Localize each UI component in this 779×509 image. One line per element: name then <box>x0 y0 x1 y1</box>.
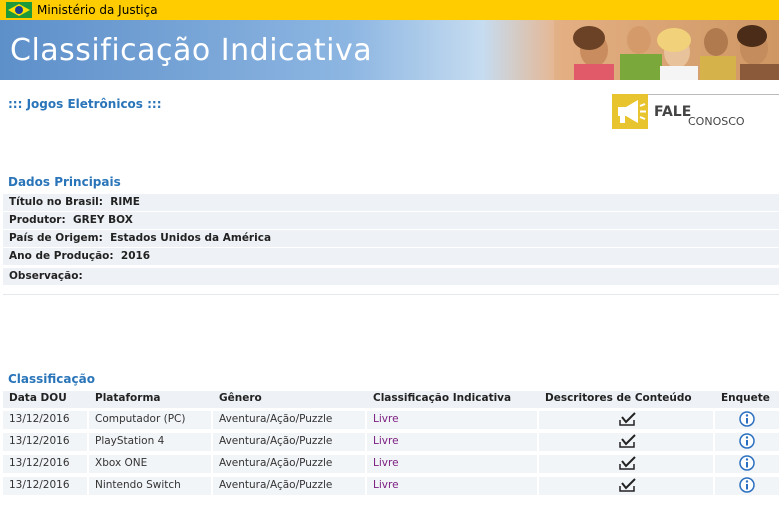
info-row-observacao: Observação: <box>3 268 779 285</box>
info-row-produtor: Produtor: GREY BOX <box>3 212 779 229</box>
info-icon[interactable] <box>738 477 756 493</box>
info-icon[interactable] <box>738 455 756 471</box>
cell-data: 13/12/2016 <box>3 477 87 495</box>
cell-classificacao-link[interactable]: Livre <box>367 455 537 473</box>
checklist-icon[interactable] <box>619 455 637 471</box>
table-header: Data DOU Plataforma Gênero Classificação… <box>3 391 779 408</box>
cell-data: 13/12/2016 <box>3 411 87 429</box>
cell-plataforma: Nintendo Switch <box>89 477 211 495</box>
cell-data: 13/12/2016 <box>3 433 87 451</box>
cell-plataforma: Xbox ONE <box>89 455 211 473</box>
checklist-icon[interactable] <box>619 411 637 427</box>
cell-genero: Aventura/Ação/Puzzle <box>213 411 365 429</box>
checklist-icon[interactable] <box>619 477 637 493</box>
top-bar: Ministério da Justiça <box>0 0 779 20</box>
info-value: 2016 <box>120 250 151 262</box>
table-row: 13/12/2016 Computador (PC) Aventura/Ação… <box>3 409 779 430</box>
header-descritores: Descritores de Conteúdo <box>545 392 692 404</box>
cell-genero: Aventura/Ação/Puzzle <box>213 455 365 473</box>
info-label: Título no Brasil: <box>9 196 103 208</box>
header-plataforma: Plataforma <box>95 392 161 404</box>
table-row: 13/12/2016 Xbox ONE Aventura/Ação/Puzzle… <box>3 453 779 474</box>
header-genero: Gênero <box>219 392 262 404</box>
info-icon[interactable] <box>738 411 756 427</box>
cell-classificacao-link[interactable]: Livre <box>367 477 537 495</box>
cell-genero: Aventura/Ação/Puzzle <box>213 433 365 451</box>
fale-conosco-button[interactable]: FALE CONOSCO <box>612 94 779 129</box>
header-enquete: Enquete <box>721 392 770 404</box>
fale-label: FALE <box>654 104 692 120</box>
cell-genero: Aventura/Ação/Puzzle <box>213 477 365 495</box>
header-banner: Classificação Indicativa <box>0 20 779 80</box>
cell-classificacao-link[interactable]: Livre <box>367 433 537 451</box>
info-row-ano: Ano de Produção: 2016 <box>3 248 779 265</box>
info-label: País de Origem: <box>9 232 103 244</box>
info-value: RIME <box>110 196 140 208</box>
header-classificacao: Classificação Indicativa <box>373 392 512 404</box>
dados-principais-title: Dados Principais <box>8 175 121 189</box>
classificacao-title: Classificação <box>8 372 95 386</box>
info-row-titulo: Título no Brasil: RIME <box>3 194 779 211</box>
section-divider <box>3 294 779 295</box>
cell-plataforma: Computador (PC) <box>89 411 211 429</box>
cell-data: 13/12/2016 <box>3 455 87 473</box>
ministry-link[interactable]: Ministério da Justiça <box>37 3 158 17</box>
header-data-dou: Data DOU <box>9 392 67 404</box>
section-jogos-eletronicos[interactable]: ::: Jogos Eletrônicos ::: <box>8 97 162 111</box>
info-value: Estados Unidos da América <box>110 232 272 244</box>
fale-divider <box>648 94 779 95</box>
info-label: Observação: <box>9 270 83 282</box>
banner-people-photo <box>554 20 779 80</box>
table-row: 13/12/2016 PlayStation 4 Aventura/Ação/P… <box>3 431 779 452</box>
brazil-flag-icon <box>6 2 32 18</box>
checklist-icon[interactable] <box>619 433 637 449</box>
info-row-pais: País de Origem: Estados Unidos da Améric… <box>3 230 779 247</box>
info-icon[interactable] <box>738 433 756 449</box>
info-value: GREY BOX <box>73 214 133 226</box>
megaphone-icon <box>612 94 648 129</box>
cell-plataforma: PlayStation 4 <box>89 433 211 451</box>
conosco-label: CONOSCO <box>688 115 745 128</box>
info-label: Ano de Produção: <box>9 250 114 262</box>
banner-title: Classificação Indicativa <box>10 33 373 68</box>
cell-classificacao-link[interactable]: Livre <box>367 411 537 429</box>
info-label: Produtor: <box>9 214 66 226</box>
table-row: 13/12/2016 Nintendo Switch Aventura/Ação… <box>3 475 779 496</box>
